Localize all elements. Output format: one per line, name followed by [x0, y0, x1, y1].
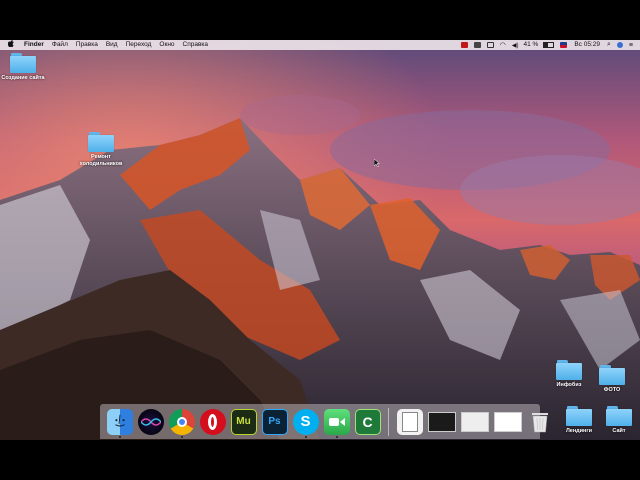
folder-icon: [10, 53, 36, 73]
menu-bar: Finder Файл Правка Вид Переход Окно Спра…: [0, 40, 640, 50]
airplay-icon[interactable]: [486, 42, 494, 48]
camtasia-icon[interactable]: C: [354, 408, 381, 435]
volume-icon[interactable]: ◀): [512, 42, 519, 49]
finder-icon[interactable]: [106, 408, 133, 438]
folder-label: Инфобиз: [556, 382, 582, 388]
menu-view[interactable]: Вид: [102, 40, 122, 50]
trash-icon[interactable]: [527, 409, 553, 435]
folder-label: Сайт: [612, 428, 626, 434]
menu-file[interactable]: Файл: [48, 40, 72, 50]
folder-label: Лендинги: [565, 428, 593, 434]
status-area: ◠ ◀) 41 % Вс 05:29 ⌕ ≡: [458, 40, 640, 50]
muse-icon[interactable]: Mu: [230, 408, 257, 435]
folder-icon: [556, 360, 582, 380]
menu-go[interactable]: Переход: [122, 40, 156, 50]
minimized-window[interactable]: [427, 411, 456, 432]
chrome-icon[interactable]: [168, 408, 195, 438]
menu-edit[interactable]: Правка: [72, 40, 102, 50]
desktop: Finder Файл Правка Вид Переход Окно Спра…: [0, 40, 640, 440]
battery-percent: 41 %: [523, 41, 539, 48]
desktop-folder[interactable]: ФОТО: [584, 365, 640, 394]
battery-icon[interactable]: [543, 42, 555, 48]
menu-window[interactable]: Окно: [155, 40, 178, 50]
desktop-folder[interactable]: Ремонт холодильников: [73, 132, 129, 167]
folder-icon: [606, 406, 632, 426]
folder-label: Ремонт холодильников: [79, 154, 123, 167]
opera-icon[interactable]: [199, 408, 226, 435]
document-icon[interactable]: [396, 408, 423, 435]
notification-center-icon[interactable]: ≡: [629, 42, 633, 49]
dock-separator: [388, 407, 389, 436]
folder-icon: [566, 406, 592, 426]
wifi-icon[interactable]: ◠: [500, 41, 506, 49]
siri-icon[interactable]: [137, 408, 164, 435]
mouse-cursor-icon: [374, 159, 380, 167]
folder-icon: [88, 132, 114, 152]
app-status-icon[interactable]: [473, 42, 481, 48]
desktop-folder[interactable]: Сайт: [591, 406, 640, 435]
menu-app-name[interactable]: Finder: [20, 40, 48, 50]
menu-help[interactable]: Справка: [179, 40, 213, 50]
minimized-window[interactable]: [460, 411, 489, 432]
photoshop-icon[interactable]: Ps: [261, 408, 288, 435]
folder-label: Создание сайта: [1, 75, 45, 81]
skype-icon[interactable]: S: [292, 408, 319, 438]
folder-label: ФОТО: [603, 387, 621, 393]
folder-icon: [599, 365, 625, 385]
recording-icon[interactable]: [460, 42, 468, 48]
desktop-folder[interactable]: Создание сайта: [0, 53, 51, 82]
minimized-window[interactable]: [493, 411, 522, 432]
menu-clock[interactable]: Вс 05:29: [570, 40, 604, 50]
spotlight-icon[interactable]: ⌕: [607, 41, 611, 49]
facetime-icon[interactable]: [323, 408, 350, 438]
siri-menubar-icon[interactable]: [616, 42, 623, 48]
apple-menu-icon[interactable]: [0, 40, 20, 51]
dock: Mu Ps S C: [100, 404, 548, 439]
us-flag-icon[interactable]: [560, 42, 568, 48]
